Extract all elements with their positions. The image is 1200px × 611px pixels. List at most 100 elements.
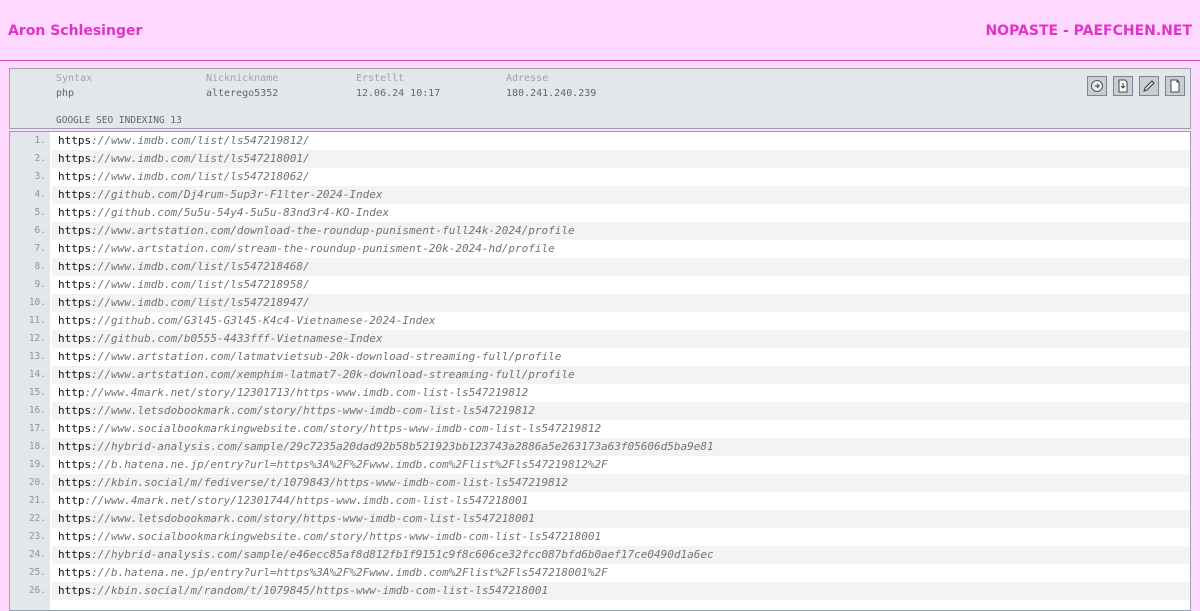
- line-number: 8.: [34, 261, 46, 272]
- code-text[interactable]: https://www.imdb.com/list/ls547218001/: [52, 150, 1190, 168]
- code-text[interactable]: https://github.com/b0555-4433fff-Vietnam…: [52, 330, 1190, 348]
- code-line: 18. https://hybrid-analysis.com/sample/29…: [10, 438, 1190, 456]
- code-text[interactable]: https://b.hatena.ne.jp/entry?url=https%3…: [52, 456, 1190, 474]
- url-remainder: ://kbin.social/m/random/t/1079845/https-…: [91, 584, 549, 597]
- code-text[interactable]: https://www.artstation.com/stream-the-ro…: [52, 240, 1190, 258]
- line-number: 13.: [28, 351, 46, 362]
- url-remainder: ://www.imdb.com/list/ls547218958/: [91, 278, 310, 291]
- new-paste-button[interactable]: [1165, 76, 1185, 96]
- code-line: 21. http://www.4mark.net/story/12301744/h…: [10, 492, 1190, 510]
- line-number: 1.: [34, 135, 46, 146]
- code-text[interactable]: http://www.4mark.net/story/12301744/http…: [52, 492, 1190, 510]
- code-line: 19. https://b.hatena.ne.jp/entry?url=http…: [10, 456, 1190, 474]
- created-meta: Erstellt 12.06.24 10:17: [356, 73, 440, 99]
- nickname-label: Nicknickname: [206, 73, 279, 84]
- address-meta: Adresse 180.241.240.239: [506, 73, 596, 99]
- code-text[interactable]: https://www.imdb.com/list/ls547218958/: [52, 276, 1190, 294]
- code-text[interactable]: https://www.socialbookmarkingwebsite.com…: [52, 420, 1190, 438]
- url-protocol: https: [58, 224, 92, 237]
- code-line: 25. https://b.hatena.ne.jp/entry?url=http…: [10, 564, 1190, 582]
- nickname-meta: Nicknickname alterego5352: [206, 73, 278, 99]
- url-remainder: ://github.com/5u5u-54y4-5u5u-83nd3r4-KO-…: [91, 206, 390, 219]
- code-text[interactable]: https://www.letsdobookmark.com/story/htt…: [52, 402, 1190, 420]
- line-number: 10.: [28, 297, 46, 308]
- code-line: 14. https://www.artstation.com/xemphim-la…: [10, 366, 1190, 384]
- url-protocol: https: [58, 458, 92, 471]
- code-listing[interactable]: 1. https://www.imdb.com/list/ls547219812/…: [9, 131, 1191, 611]
- code-text[interactable]: https://www.letsdobookmark.com/story/htt…: [52, 510, 1190, 528]
- url-remainder: ://b.hatena.ne.jp/entry?url=https%3A%2F%…: [91, 458, 608, 471]
- url-protocol: https: [58, 332, 92, 345]
- url-remainder: ://github.com/G3l45-G3l45-K4c4-Vietnames…: [91, 314, 436, 327]
- url-remainder: ://www.socialbookmarkingwebsite.com/stor…: [91, 530, 602, 543]
- line-number: 16.: [28, 405, 46, 416]
- url-remainder: ://hybrid-analysis.com/sample/29c7235a20…: [91, 440, 714, 453]
- line-number: 12.: [28, 333, 46, 344]
- top-bar: Aron Schlesinger NOPASTE - PAEFCHEN.NET: [0, 0, 1200, 61]
- site-title[interactable]: NOPASTE - PAEFCHEN.NET: [985, 23, 1192, 39]
- code-text[interactable]: https://b.hatena.ne.jp/entry?url=https%3…: [52, 564, 1190, 582]
- code-text[interactable]: https://github.com/Dj4rum-5up3r-F1lter-2…: [52, 186, 1190, 204]
- syntax-value: php: [56, 88, 75, 99]
- line-number: 25.: [28, 567, 46, 578]
- created-value: 12.06.24 10:17: [356, 88, 441, 99]
- url-protocol: https: [58, 422, 92, 435]
- code-text[interactable]: https://hybrid-analysis.com/sample/e46ec…: [52, 546, 1190, 564]
- line-number: 24.: [28, 549, 46, 560]
- line-number: 3.: [34, 171, 46, 182]
- code-text[interactable]: https://www.imdb.com/list/ls547218947/: [52, 294, 1190, 312]
- line-number: 2.: [34, 153, 46, 164]
- code-line: 9. https://www.imdb.com/list/ls547218958/: [10, 276, 1190, 294]
- code-line: 8. https://www.imdb.com/list/ls547218468/: [10, 258, 1190, 276]
- url-protocol: https: [58, 368, 92, 381]
- url-protocol: https: [58, 278, 92, 291]
- url-remainder: ://www.artstation.com/latmatvietsub-20k-…: [91, 350, 562, 363]
- url-protocol: https: [58, 188, 92, 201]
- code-line: 10. https://www.imdb.com/list/ls547218947…: [10, 294, 1190, 312]
- url-protocol: https: [58, 476, 92, 489]
- code-text[interactable]: https://www.imdb.com/list/ls547219812/: [52, 132, 1190, 150]
- code-line: 26. https://kbin.social/m/random/t/107984…: [10, 582, 1190, 600]
- code-text[interactable]: https://kbin.social/m/random/t/1079845/h…: [52, 582, 1190, 600]
- url-protocol: https: [58, 242, 92, 255]
- url-protocol: https: [58, 548, 92, 561]
- edit-button[interactable]: [1139, 76, 1159, 96]
- code-text[interactable]: https://kbin.social/m/fediverse/t/107984…: [52, 474, 1190, 492]
- code-text[interactable]: https://github.com/G3l45-G3l45-K4c4-Viet…: [52, 312, 1190, 330]
- download-button[interactable]: [1113, 76, 1133, 96]
- code-line: 1. https://www.imdb.com/list/ls547219812/: [10, 132, 1190, 150]
- line-number: 4.: [34, 189, 46, 200]
- nickname-value: alterego5352: [206, 88, 279, 99]
- paste-info-panel: Syntax php Nicknickname alterego5352 Ers…: [9, 68, 1191, 129]
- url-protocol: https: [58, 314, 92, 327]
- url-protocol: https: [58, 440, 92, 453]
- author-name[interactable]: Aron Schlesinger: [8, 23, 142, 39]
- url-remainder: ://www.letsdobookmark.com/story/https-ww…: [91, 404, 535, 417]
- line-number: 7.: [34, 243, 46, 254]
- code-text[interactable]: https://www.artstation.com/latmatvietsub…: [52, 348, 1190, 366]
- code-line: 16. https://www.letsdobookmark.com/story/…: [10, 402, 1190, 420]
- line-number: 26.: [28, 585, 46, 596]
- line-number: 11.: [28, 315, 46, 326]
- code-text[interactable]: https://www.artstation.com/download-the-…: [52, 222, 1190, 240]
- code-line: 15. http://www.4mark.net/story/12301713/h…: [10, 384, 1190, 402]
- url-remainder: ://www.imdb.com/list/ls547218468/: [91, 260, 310, 273]
- code-line: 24. https://hybrid-analysis.com/sample/e4…: [10, 546, 1190, 564]
- code-text[interactable]: http://www.4mark.net/story/12301713/http…: [52, 384, 1190, 402]
- code-line: 12. https://github.com/b0555-4433fff-Viet…: [10, 330, 1190, 348]
- code-text[interactable]: https://github.com/5u5u-54y4-5u5u-83nd3r…: [52, 204, 1190, 222]
- line-number: 18.: [28, 441, 46, 452]
- created-label: Erstellt: [356, 73, 405, 84]
- code-line: 23. https://www.socialbookmarkingwebsite.…: [10, 528, 1190, 546]
- line-number: 17.: [28, 423, 46, 434]
- url-protocol: http: [58, 386, 85, 399]
- pencil-edit-icon: [1143, 80, 1155, 92]
- code-text[interactable]: https://www.artstation.com/xemphim-latma…: [52, 366, 1190, 384]
- address-value: 180.241.240.239: [506, 88, 597, 99]
- code-text[interactable]: https://www.socialbookmarkingwebsite.com…: [52, 528, 1190, 546]
- code-text[interactable]: https://hybrid-analysis.com/sample/29c72…: [52, 438, 1190, 456]
- circle-arrow-button[interactable]: [1087, 76, 1107, 96]
- code-text[interactable]: https://www.imdb.com/list/ls547218468/: [52, 258, 1190, 276]
- url-remainder: ://kbin.social/m/fediverse/t/1079843/htt…: [91, 476, 568, 489]
- code-text[interactable]: https://www.imdb.com/list/ls547218062/: [52, 168, 1190, 186]
